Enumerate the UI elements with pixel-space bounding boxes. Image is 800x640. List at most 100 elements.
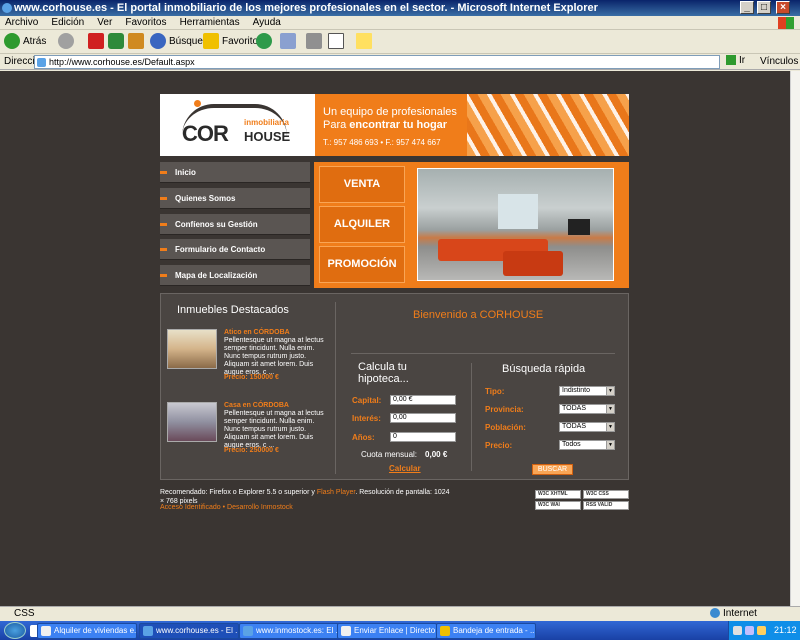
precio-select[interactable]: Todos ▼ <box>559 440 615 450</box>
clock[interactable]: 21:12 <box>774 625 797 635</box>
capital-input[interactable]: 0,00 € <box>390 395 456 405</box>
provincia-select[interactable]: TODAS ▼ <box>559 404 615 414</box>
alquiler-button[interactable]: ALQUILER <box>319 206 405 243</box>
nav-mapa-localizacion[interactable]: Mapa de Localización <box>160 265 310 286</box>
ie-icon <box>2 3 12 13</box>
menu-ver[interactable]: Ver <box>92 16 117 30</box>
stop-button[interactable] <box>88 33 107 51</box>
volume-icon[interactable] <box>757 626 766 635</box>
taskbar: Alquiler de viviendas e... www.corhouse.… <box>0 621 800 640</box>
slogan-line2: Para encontrar tu hogar <box>323 119 447 131</box>
site-logo[interactable]: COR inmobiliaria HOUSE <box>160 94 315 156</box>
logo-text-house: HOUSE <box>244 129 291 144</box>
address-url: http://www.corhouse.es/Default.aspx <box>49 57 195 67</box>
nav-label: Inicio <box>175 168 196 177</box>
flash-player-link[interactable]: Flash Player <box>317 489 356 496</box>
print-button[interactable] <box>306 33 325 51</box>
tipo-select[interactable]: Indistinto ▼ <box>559 386 615 396</box>
hero-living-room-photo <box>417 168 614 281</box>
years-input[interactable]: 0 <box>390 432 456 442</box>
discuss-button[interactable] <box>356 33 375 51</box>
zone-label: Internet <box>723 608 757 619</box>
monthly-payment-value: 0,00 € <box>425 450 448 459</box>
banner-building-graphic <box>467 94 629 156</box>
taskbar-item[interactable]: Bandeja de entrada - ... <box>436 623 536 639</box>
home-button[interactable] <box>128 33 147 51</box>
section-divider <box>351 353 615 354</box>
search-submit-button[interactable]: BUSCAR <box>532 464 573 475</box>
favorites-button[interactable]: Favoritos <box>203 33 263 51</box>
keyboard-icon[interactable] <box>733 626 742 635</box>
poblacion-value: TODAS <box>562 423 586 430</box>
refresh-button[interactable] <box>108 33 127 51</box>
rss-valid-badge[interactable]: RSS VALID <box>583 501 629 510</box>
w3c-wai-badge[interactable]: W3C WAI <box>535 501 581 510</box>
monthly-payment-label: Cuota mensual: <box>361 450 418 459</box>
maximize-button[interactable]: □ <box>757 1 771 14</box>
promocion-button[interactable]: PROMOCIÓN <box>319 246 405 283</box>
taskbar-item[interactable]: Alquiler de viviendas e... <box>37 623 137 639</box>
ie-task-icon <box>243 626 253 636</box>
minimize-button[interactable]: _ <box>740 1 754 14</box>
property-thumbnail[interactable] <box>167 402 217 442</box>
start-button[interactable] <box>4 622 26 639</box>
property-description: Pellentesque ut magna at lectus semper t… <box>224 337 324 376</box>
logo-text-inmobiliaria: inmobiliaria <box>244 118 289 127</box>
menu-favoritos[interactable]: Favoritos <box>120 16 171 30</box>
back-arrow-icon <box>4 33 20 50</box>
nav-label: Quienes Somos <box>175 194 236 203</box>
photo-window-shape <box>498 194 538 229</box>
taskbar-item-active[interactable]: www.corhouse.es - El ... <box>139 623 239 639</box>
nav-quienes-somos[interactable]: Quienes Somos <box>160 188 310 209</box>
nav-formulario-contacto[interactable]: Formulario de Contacto <box>160 239 310 260</box>
edit-button[interactable] <box>328 33 347 51</box>
property-card[interactable]: Atico en CÓRDOBA Pellentesque ut magna a… <box>167 329 332 389</box>
dropdown-arrow-icon: ▼ <box>606 387 614 395</box>
menu-archivo[interactable]: Archivo <box>0 16 43 30</box>
welcome-heading: Bienvenido a CORHOUSE <box>413 309 544 321</box>
back-button[interactable]: Atrás <box>4 33 46 51</box>
interest-input[interactable]: 0,00 <box>390 413 456 423</box>
property-thumbnail[interactable] <box>167 329 217 369</box>
mail-button[interactable] <box>280 33 299 51</box>
address-input[interactable]: http://www.corhouse.es/Default.aspx <box>34 55 720 69</box>
note-icon <box>356 33 372 50</box>
calculate-link[interactable]: Calcular <box>389 464 421 473</box>
venta-button[interactable]: VENTA <box>319 166 405 203</box>
history-icon <box>256 33 272 50</box>
menu-ayuda[interactable]: Ayuda <box>248 16 286 30</box>
precio-value: Todos <box>562 441 581 448</box>
mail-task-icon <box>440 626 450 636</box>
toolbar: Atrás Búsqueda Favoritos <box>0 30 800 54</box>
back-label: Atrás <box>23 36 47 47</box>
task-label: Enviar Enlace | Directo... <box>354 626 437 635</box>
network-icon[interactable] <box>745 626 754 635</box>
phone-numbers: T.: 957 486 693 • F.: 957 474 667 <box>323 138 441 147</box>
menu-edicion[interactable]: Edición <box>46 16 89 30</box>
vertical-scrollbar[interactable] <box>790 71 800 606</box>
poblacion-select[interactable]: TODAS ▼ <box>559 422 615 432</box>
property-description: Pellentesque ut magna at lectus semper t… <box>224 410 324 449</box>
property-title[interactable]: Atico en CÓRDOBA <box>224 329 290 336</box>
links-button[interactable]: Vínculos <box>760 56 798 67</box>
property-card[interactable]: Casa en CÓRDOBA Pellentesque ut magna at… <box>167 402 332 462</box>
history-button[interactable] <box>256 33 275 51</box>
property-title[interactable]: Casa en CÓRDOBA <box>224 402 289 409</box>
w3c-xhtml-badge[interactable]: W3C XHTML <box>535 490 581 499</box>
menu-herramientas[interactable]: Herramientas <box>175 16 245 30</box>
nav-label: Mapa de Localización <box>175 271 258 280</box>
column-divider <box>335 302 336 474</box>
task-icon <box>41 626 51 636</box>
forward-button[interactable] <box>58 33 77 51</box>
nav-bullet-icon <box>160 197 167 200</box>
banner-slogan-area: Un equipo de profesionales Para encontra… <box>315 94 629 156</box>
go-button[interactable]: Ir <box>726 55 745 66</box>
nav-inicio[interactable]: Inicio <box>160 162 310 183</box>
nav-confienos[interactable]: Confíenos su Gestión <box>160 214 310 235</box>
w3c-css-badge[interactable]: W3C CSS <box>583 490 629 499</box>
taskbar-item[interactable]: www.inmostock.es: El ... <box>239 623 339 639</box>
mail-icon <box>280 33 296 50</box>
taskbar-item[interactable]: Enviar Enlace | Directo... <box>337 623 437 639</box>
close-button[interactable]: × <box>776 1 790 14</box>
footer-links[interactable]: Acceso Identificado • Desarrollo Inmosto… <box>160 504 293 511</box>
